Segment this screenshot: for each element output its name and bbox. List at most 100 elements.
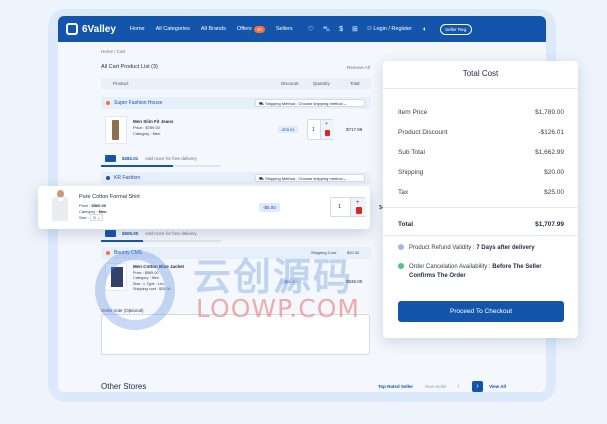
- quantity-controls: +: [350, 198, 366, 216]
- shipping-method-select[interactable]: ⛟ Shipping Method : Choose shipping meth…: [255, 174, 365, 182]
- shop-name[interactable]: Super Fashion House: [114, 100, 162, 106]
- product-image-jacket[interactable]: [105, 263, 127, 291]
- shop-name[interactable]: KR Fashion: [114, 175, 140, 181]
- divider: [383, 235, 578, 236]
- row-value: $1,662.99: [535, 149, 564, 156]
- price-value: $500.00: [91, 203, 106, 208]
- summary-tax: Tax $25.00: [398, 189, 564, 196]
- nav-home[interactable]: Home: [130, 26, 145, 32]
- shipping-cost-label: Shipping Cost :: [311, 250, 339, 255]
- nav-offers-label: Offers: [236, 26, 252, 32]
- product-discount: -$50.00: [280, 278, 300, 285]
- plus-icon[interactable]: +: [325, 121, 328, 127]
- cancel-value-line2: Confirms The Order: [409, 273, 466, 279]
- shop-name[interactable]: Bounty CMS: [114, 250, 142, 256]
- progress-fill: [101, 165, 173, 167]
- product-info-jeans: Men Slim Fit Jeans Price : $789.00 Categ…: [133, 119, 174, 137]
- product-image-jeans[interactable]: [105, 116, 127, 144]
- next-page-button[interactable]: ›: [472, 381, 483, 392]
- currency-selector[interactable]: $: [339, 26, 343, 33]
- proceed-to-checkout-button[interactable]: Proceed To Checkout: [398, 301, 564, 322]
- seller-reg-button[interactable]: Seller Reg.: [440, 23, 473, 35]
- shop-row-super-fashion: Super Fashion House ⛟ Shipping Method : …: [101, 97, 371, 109]
- refund-value: 7 Days after delivery: [476, 245, 535, 251]
- product-category: Category : Men: [133, 276, 159, 280]
- quantity-value: 1: [338, 204, 342, 210]
- nav-sellers[interactable]: Sellers: [276, 26, 293, 32]
- product-size-line: Size : S ⌄: [79, 214, 104, 221]
- truck-icon: [105, 155, 116, 162]
- cancel-value-line1: Before The Seller: [492, 264, 542, 270]
- shop-row-kr-fashion: KR Fashion ⛟ Shipping Method : Choose sh…: [101, 172, 371, 184]
- product-discount: -$5.00: [259, 203, 280, 212]
- trash-icon[interactable]: [325, 130, 330, 136]
- chevron-down-icon: ⌄: [343, 176, 347, 181]
- nav-categories[interactable]: All Categories: [156, 26, 190, 32]
- free-delivery-text: Add more for free delivery: [145, 231, 197, 236]
- row-label: Tax: [398, 189, 409, 196]
- size-label: Size :: [79, 215, 90, 220]
- offers-badge: 30: [253, 25, 265, 33]
- prev-page-button[interactable]: ‹: [453, 381, 464, 392]
- total-value: $1,707.99: [535, 221, 564, 228]
- order-note-field[interactable]: [101, 314, 370, 355]
- product-image-shirt[interactable]: [47, 190, 73, 223]
- shipping-method-select[interactable]: ⛟ Shipping Method : Choose shipping meth…: [255, 99, 365, 107]
- size-select[interactable]: S ⌄: [90, 214, 104, 221]
- login-link[interactable]: ⚇ Login / Register: [367, 26, 412, 32]
- free-delivery-progress: [101, 240, 221, 242]
- shop-row-bounty: Bounty CMS Shipping Cost : $20.00: [101, 247, 371, 259]
- heart-icon[interactable]: ♡: [308, 25, 314, 33]
- free-delivery-progress: [101, 165, 221, 167]
- row-label: Product Discount: [398, 129, 448, 136]
- view-all-link[interactable]: View All: [489, 384, 506, 389]
- product-discount: -$78.91: [278, 126, 298, 133]
- free-delivery-text: Add more for free delivery: [145, 156, 197, 161]
- top-navbar: 6Valley Home All Categories All Brands O…: [58, 16, 546, 42]
- shipping-method-value: Choose shipping method: [298, 176, 343, 181]
- quantity-stepper[interactable]: 1 +: [307, 119, 334, 140]
- shipping-method-label: Shipping Method :: [265, 176, 298, 181]
- quantity-stepper[interactable]: 1 +: [330, 197, 366, 217]
- product-name[interactable]: Men Slim Fit Jeans: [133, 119, 174, 124]
- product-total: $536.00: [346, 279, 363, 284]
- summary-item-price: Item Price $1,789.00: [398, 109, 564, 116]
- cancel-icon: [398, 263, 404, 270]
- product-name[interactable]: Men Cotton Blue Jacket: [133, 264, 184, 269]
- price-label: Price :: [79, 203, 91, 208]
- free-delivery-row: $505.00 Add more for free delivery: [101, 228, 371, 240]
- summary-total: Total $1,707.99: [398, 221, 564, 228]
- nav-offers[interactable]: Offers 30: [236, 25, 265, 33]
- row-value: $1,789.00: [535, 109, 564, 116]
- plus-icon[interactable]: +: [356, 200, 360, 206]
- free-delivery-amount: $282.01: [122, 156, 139, 161]
- divider: [383, 88, 578, 89]
- refund-validity: Product Refund Validity : 7 Days after d…: [398, 244, 568, 253]
- logo-icon: [66, 23, 78, 35]
- header-total: Total: [350, 81, 360, 86]
- brand-logo[interactable]: 6Valley: [66, 23, 116, 35]
- product-shipping: Shipping cost : $20.00: [133, 287, 171, 291]
- theme-toggle-icon[interactable]: ◐: [423, 26, 427, 33]
- summary-product-discount: Product Discount -$126.01: [398, 129, 564, 136]
- free-delivery-amount: $505.00: [122, 231, 139, 236]
- language-icon[interactable]: ⊞: [352, 25, 358, 33]
- nav-brands[interactable]: All Brands: [201, 26, 226, 32]
- row-label: Sub Total: [398, 149, 425, 156]
- remove-all-link[interactable]: Remove All: [347, 65, 370, 70]
- tab-top-rated[interactable]: Top Rated Seller: [378, 384, 413, 389]
- login-label: Login / Register: [373, 26, 412, 32]
- refund-label: Product Refund Validity :: [409, 245, 475, 251]
- cart-table-header: Product Discount Quantity Total: [101, 78, 371, 89]
- shop-dot-icon: [106, 251, 110, 255]
- summary-shipping: Shipping $20.00: [398, 169, 564, 176]
- refund-icon: [398, 244, 404, 251]
- tab-new-seller[interactable]: New Seller: [425, 384, 447, 389]
- trash-icon[interactable]: [356, 207, 362, 214]
- cart-title: All Cart Product List (3): [101, 64, 158, 70]
- cancel-label: Order Cancelation Availability :: [409, 264, 491, 270]
- cart-icon[interactable]: ⛍: [323, 25, 330, 34]
- product-name[interactable]: Pure Cotton Formal Shirt: [79, 194, 140, 200]
- row-value: -$126.01: [538, 129, 564, 136]
- shirt-collar: [58, 198, 63, 201]
